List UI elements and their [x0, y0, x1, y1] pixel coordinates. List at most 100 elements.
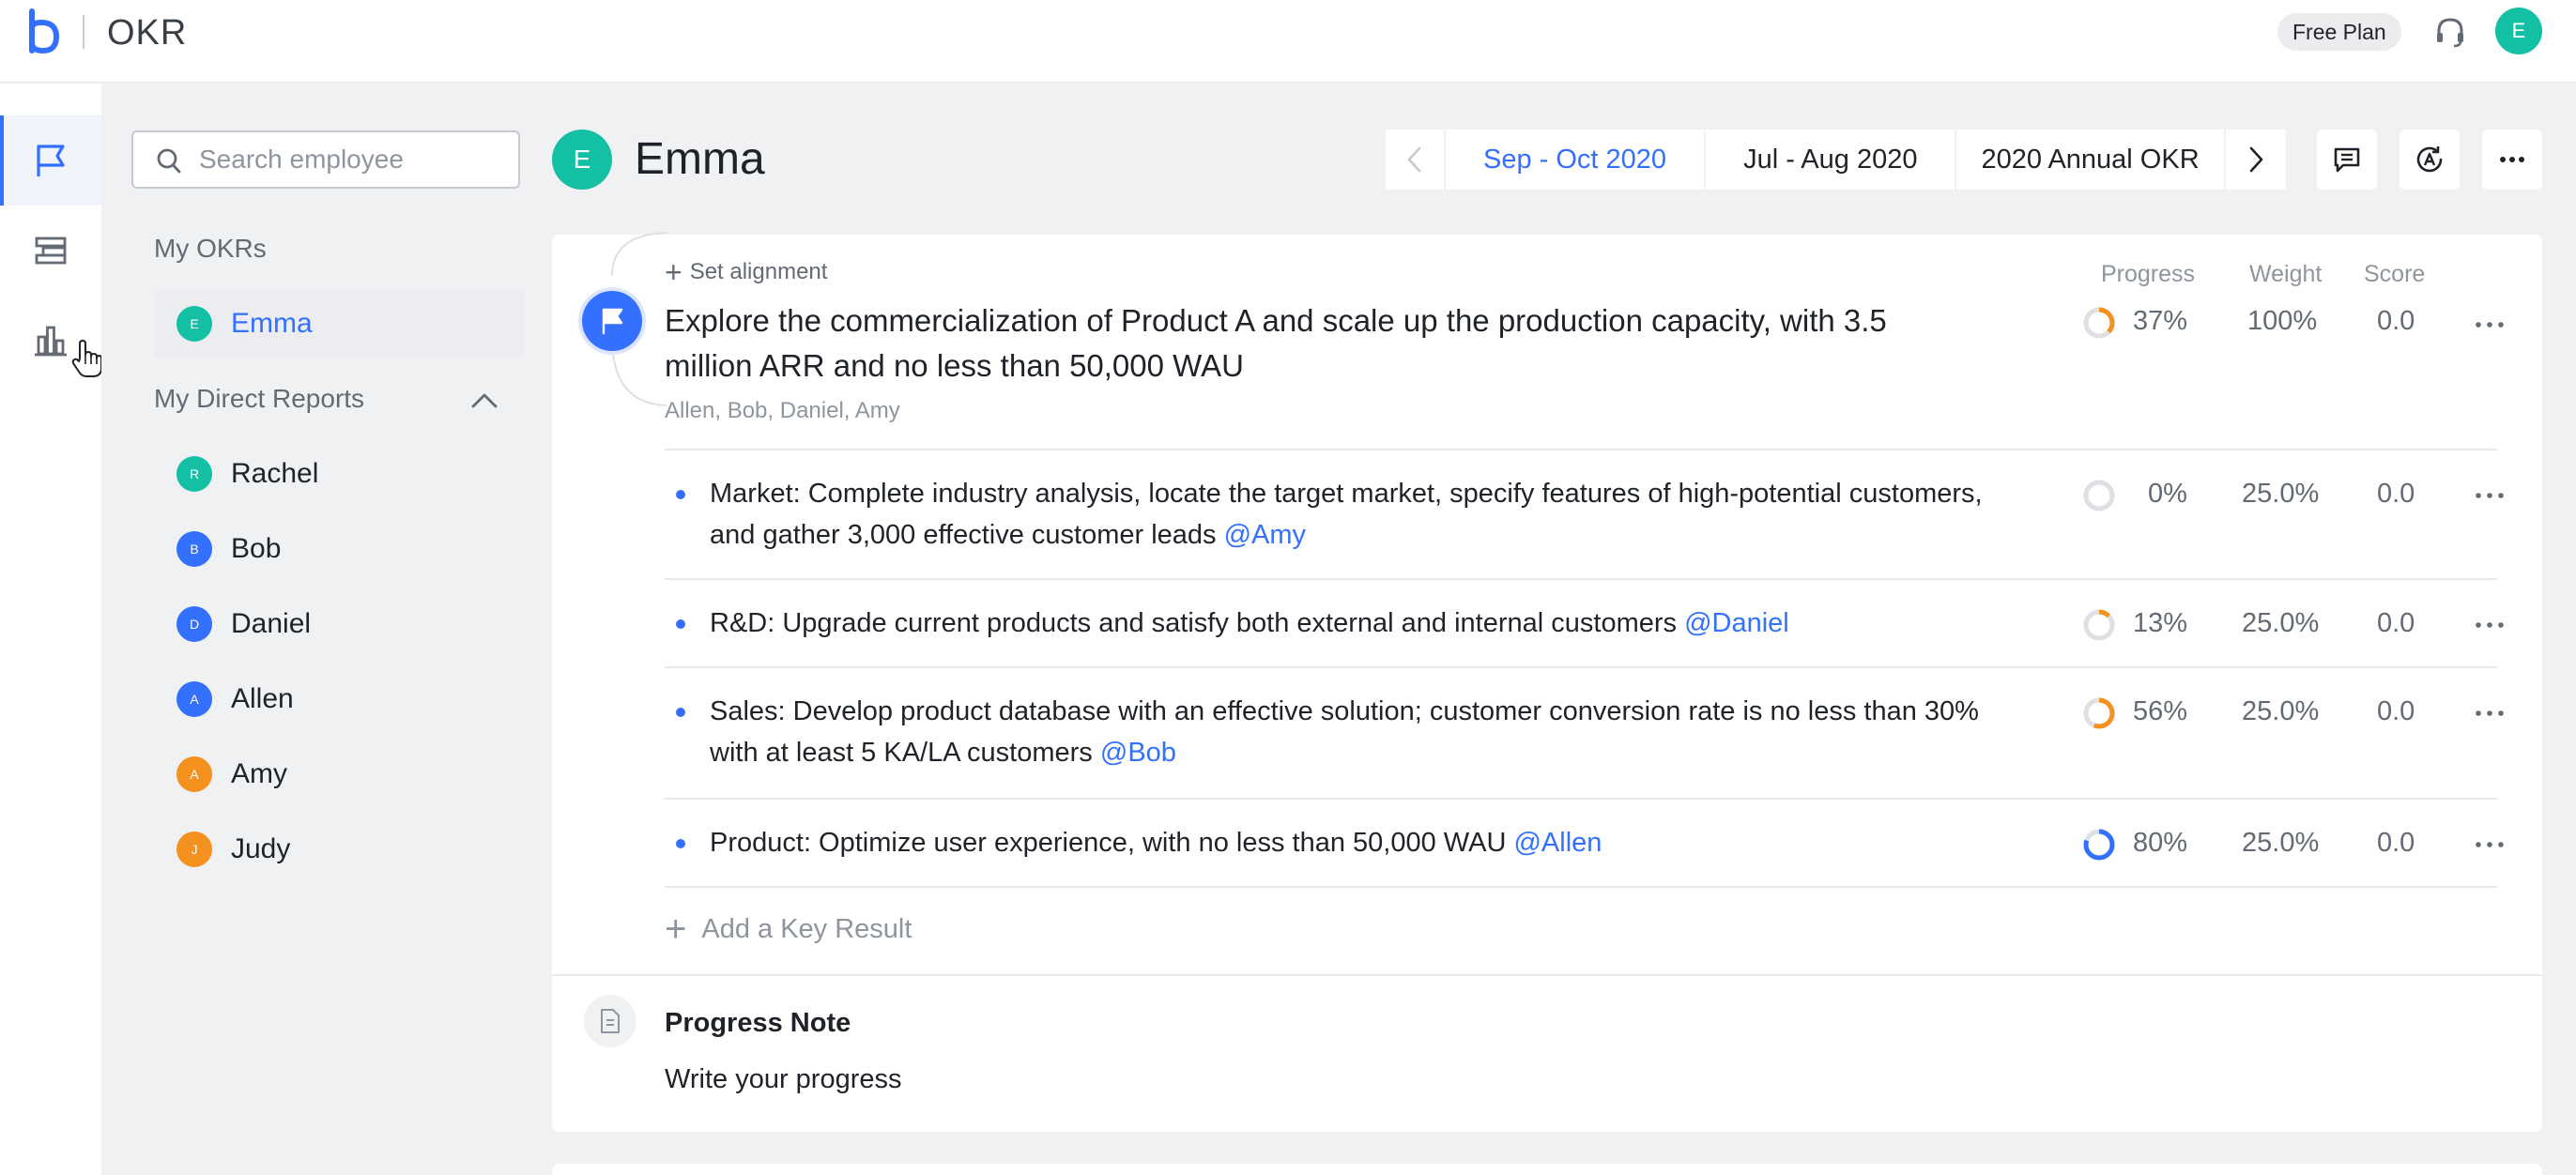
- key-result-description: Market: Complete industry analysis, loca…: [710, 479, 1983, 550]
- add-key-result-label: Add a Key Result: [701, 914, 912, 944]
- more-horizontal-icon[interactable]: [2471, 835, 2508, 854]
- left-rail-nav: [0, 84, 101, 1175]
- chevron-up-icon[interactable]: [468, 386, 501, 414]
- kr-score-value[interactable]: 0.0: [2377, 828, 2415, 859]
- column-header-progress: Progress: [2101, 261, 2196, 287]
- objective-members[interactable]: Allen, Bob, Daniel, Amy: [665, 398, 900, 424]
- alignment-view-button[interactable]: [2400, 130, 2460, 190]
- employee-avatar: B: [176, 531, 212, 567]
- employee-name: Emma: [231, 308, 313, 339]
- kr-bullet: [676, 708, 685, 717]
- kr-weight-value[interactable]: 25.0%: [2242, 608, 2319, 639]
- employee-avatar: D: [176, 606, 212, 642]
- employee-row-emma[interactable]: E Emma: [154, 290, 524, 358]
- divider: [665, 886, 2497, 888]
- app-title: OKR: [107, 13, 188, 53]
- comments-button[interactable]: [2317, 130, 2377, 190]
- progress-note-input[interactable]: Write your progress: [665, 1064, 902, 1095]
- key-result-text[interactable]: Product: Optimize user experience, with …: [710, 822, 1986, 863]
- progress-note-title: Progress Note: [665, 1008, 851, 1038]
- rail-item-okr[interactable]: [0, 115, 101, 206]
- key-result-text[interactable]: Market: Complete industry analysis, loca…: [710, 473, 1986, 556]
- divider: [552, 974, 2542, 976]
- kr-weight-value[interactable]: 25.0%: [2242, 828, 2319, 859]
- key-result-description: Sales: Develop product database with an …: [710, 696, 1979, 768]
- kr-score-value[interactable]: 0.0: [2377, 479, 2415, 510]
- next-period-button[interactable]: [2225, 130, 2286, 190]
- period-tab-2020-annual[interactable]: 2020 Annual OKR: [1956, 130, 2226, 190]
- employee-name: Judy: [231, 833, 291, 864]
- progress-ring-icon: [2083, 480, 2115, 511]
- key-result-text[interactable]: Sales: Develop product database with an …: [710, 691, 1986, 773]
- kr-weight-value[interactable]: 25.0%: [2242, 696, 2319, 727]
- progress-ring-icon: [2083, 609, 2115, 641]
- add-key-result-button[interactable]: + Add a Key Result: [665, 908, 912, 950]
- plan-badge[interactable]: Free Plan: [2277, 13, 2401, 51]
- key-result-description: R&D: Upgrade current products and satisf…: [710, 608, 1678, 638]
- hand-pointer-cursor-icon: [71, 340, 102, 377]
- objective-title[interactable]: Explore the commercialization of Product…: [665, 298, 1932, 389]
- kr-owner-mention[interactable]: @Daniel: [1684, 608, 1789, 638]
- chevron-right-icon: [2249, 146, 2262, 173]
- previous-period-button[interactable]: [1386, 130, 1446, 190]
- employee-name: Daniel: [231, 608, 312, 639]
- employee-row-judy[interactable]: J Judy: [154, 816, 524, 883]
- progress-ring-icon: [2083, 829, 2115, 861]
- kr-owner-mention[interactable]: @Amy: [1224, 520, 1306, 550]
- more-horizontal-icon[interactable]: [2471, 315, 2508, 334]
- kr-score-value[interactable]: 0.0: [2377, 696, 2415, 727]
- kr-weight-value[interactable]: 25.0%: [2242, 479, 2319, 510]
- user-avatar[interactable]: E: [2495, 8, 2542, 54]
- employee-name: Rachel: [231, 458, 319, 489]
- list-icon: [35, 237, 67, 265]
- employee-row-rachel[interactable]: R Rachel: [154, 440, 524, 508]
- more-options-button[interactable]: [2482, 130, 2542, 190]
- employee-row-allen[interactable]: A Allen: [154, 665, 524, 733]
- kr-owner-mention[interactable]: @Bob: [1100, 738, 1176, 768]
- column-header-weight: Weight: [2249, 261, 2323, 287]
- next-okr-card: [552, 1164, 2542, 1175]
- divider: [665, 578, 2497, 580]
- search-input[interactable]: [199, 142, 499, 177]
- progress-ring-icon: [2083, 307, 2115, 339]
- kr-score-value[interactable]: 0.0: [2377, 608, 2415, 639]
- more-horizontal-icon[interactable]: [2471, 704, 2508, 723]
- period-tab-sep-oct-2020[interactable]: Sep - Oct 2020: [1446, 130, 1707, 190]
- flag-icon: [602, 308, 623, 335]
- employee-avatar: A: [176, 756, 212, 792]
- divider: [665, 449, 2497, 450]
- objective-score-value[interactable]: 0.0: [2377, 306, 2415, 337]
- employee-name: Allen: [231, 683, 294, 714]
- chevron-left-icon: [1407, 146, 1421, 173]
- rail-item-list[interactable]: [0, 206, 101, 296]
- direct-reports-heading[interactable]: My Direct Reports: [154, 384, 364, 414]
- employee-avatar: J: [176, 832, 212, 867]
- period-tab-jul-aug-2020[interactable]: Jul - Aug 2020: [1706, 130, 1957, 190]
- employee-row-daniel[interactable]: D Daniel: [154, 590, 524, 658]
- employee-row-bob[interactable]: B Bob: [154, 515, 524, 583]
- headset-support-icon[interactable]: [2431, 13, 2469, 51]
- kr-progress-value: 56%: [2133, 696, 2188, 726]
- okr-owner-avatar: E: [552, 130, 612, 190]
- kr-owner-mention[interactable]: @Allen: [1513, 828, 1602, 858]
- key-result-text[interactable]: R&D: Upgrade current products and satisf…: [710, 603, 1986, 644]
- employee-row-amy[interactable]: A Amy: [154, 740, 524, 808]
- plus-icon: +: [665, 908, 687, 950]
- set-alignment-link[interactable]: + Set alignment: [665, 257, 828, 287]
- app-logo-icon[interactable]: [26, 8, 64, 56]
- kr-bullet: [676, 490, 685, 499]
- more-horizontal-icon[interactable]: [2471, 616, 2508, 634]
- search-box[interactable]: [131, 130, 520, 189]
- employee-panel: My OKRs E Emma My Direct Reports R Rache…: [101, 84, 533, 1175]
- employee-name: Amy: [231, 758, 287, 789]
- progress-ring-icon: [2083, 697, 2115, 729]
- flag-icon: [37, 145, 65, 176]
- divider: [665, 666, 2497, 668]
- kr-progress-value: 0%: [2148, 479, 2187, 509]
- set-alignment-label: Set alignment: [689, 259, 828, 284]
- objective-flag-badge: [582, 291, 642, 351]
- key-result-description: Product: Optimize user experience, with …: [710, 828, 1507, 858]
- document-icon: [601, 1009, 620, 1033]
- more-horizontal-icon[interactable]: [2471, 486, 2508, 505]
- kr-progress-value: 80%: [2133, 828, 2188, 858]
